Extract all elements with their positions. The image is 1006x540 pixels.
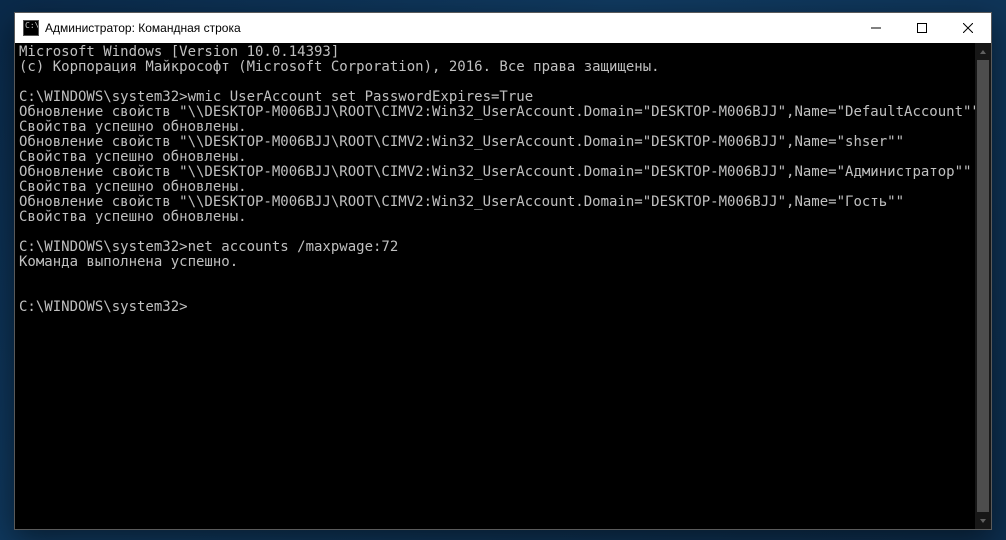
minimize-button[interactable] [853, 13, 899, 43]
window-title: Администратор: Командная строка [45, 21, 241, 35]
terminal-line: Обновление свойств "\\DESKTOP-M006BJJ\RO… [19, 195, 971, 210]
terminal-line [19, 270, 971, 285]
terminal-line: Команда выполнена успешно. [19, 255, 971, 270]
terminal-line: C:\WINDOWS\system32>wmic UserAccount set… [19, 90, 971, 105]
terminal-line: Обновление свойств "\\DESKTOP-M006BJJ\RO… [19, 165, 971, 180]
terminal-output[interactable]: Microsoft Windows [Version 10.0.14393](c… [15, 43, 975, 529]
terminal-line: Microsoft Windows [Version 10.0.14393] [19, 45, 971, 60]
terminal-line: (c) Корпорация Майкрософт (Microsoft Cor… [19, 60, 971, 75]
cmd-icon: C:\_ [23, 20, 39, 36]
terminal-line: C:\WINDOWS\system32> [19, 300, 971, 315]
terminal-line: Свойства успешно обновлены. [19, 210, 971, 225]
terminal-line [19, 75, 971, 90]
scrollbar-track[interactable] [975, 60, 991, 512]
client-area: Microsoft Windows [Version 10.0.14393](c… [15, 43, 991, 529]
terminal-line [19, 285, 971, 300]
maximize-button[interactable] [899, 13, 945, 43]
terminal-line: Свойства успешно обновлены. [19, 150, 971, 165]
vertical-scrollbar[interactable] [975, 43, 991, 529]
scroll-down-arrow-icon[interactable] [975, 512, 991, 529]
scroll-up-arrow-icon[interactable] [975, 43, 991, 60]
scrollbar-thumb[interactable] [977, 60, 989, 512]
terminal-line [19, 225, 971, 240]
terminal-line: Свойства успешно обновлены. [19, 120, 971, 135]
terminal-line: Обновление свойств "\\DESKTOP-M006BJJ\RO… [19, 105, 971, 120]
close-button[interactable] [945, 13, 991, 43]
cmd-window: C:\_ Администратор: Командная строка Mic… [14, 12, 992, 530]
terminal-line: Обновление свойств "\\DESKTOP-M006BJJ\RO… [19, 135, 971, 150]
titlebar[interactable]: C:\_ Администратор: Командная строка [15, 13, 991, 43]
terminal-line: Свойства успешно обновлены. [19, 180, 971, 195]
terminal-line: C:\WINDOWS\system32>net accounts /maxpwa… [19, 240, 971, 255]
